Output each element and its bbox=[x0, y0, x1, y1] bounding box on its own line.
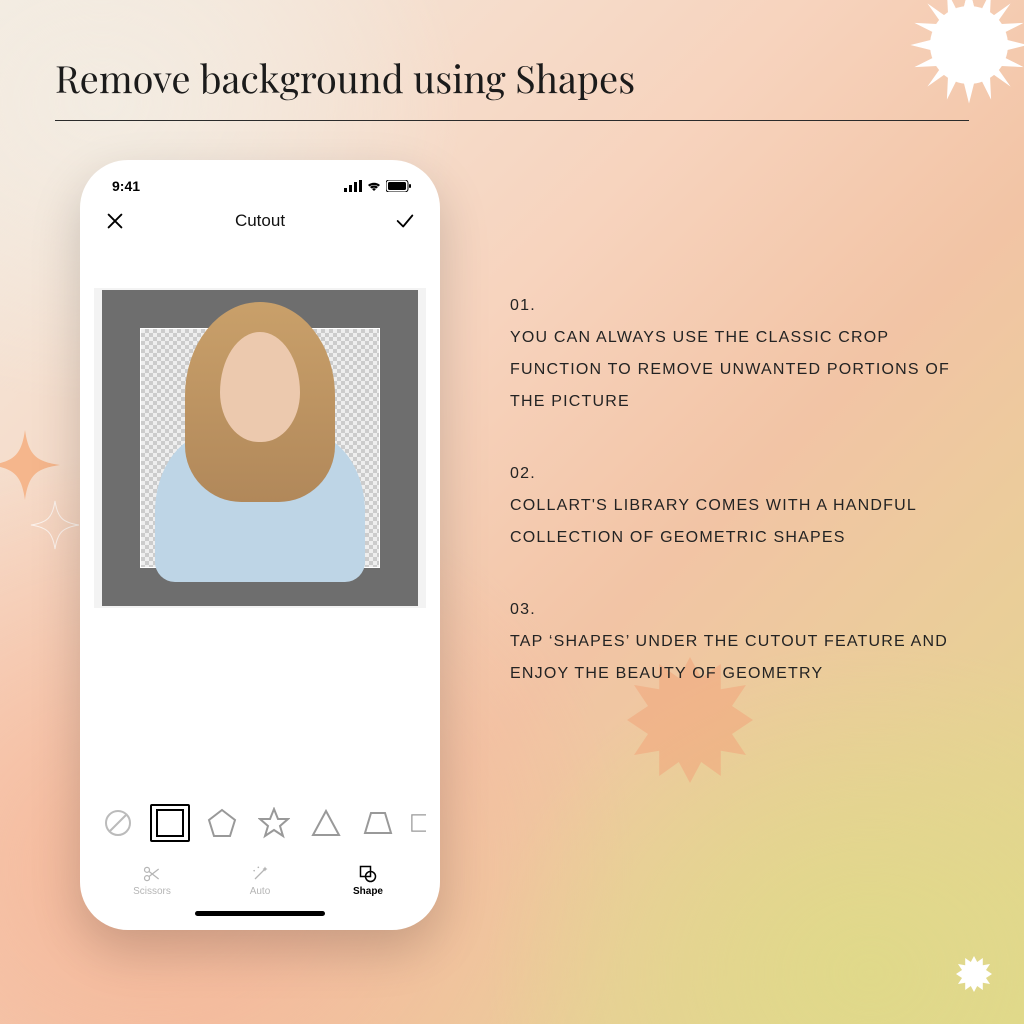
step-1-text: You can always use the classic crop func… bbox=[510, 322, 950, 418]
shape-icon bbox=[358, 864, 378, 884]
decorative-sparkle-outline bbox=[30, 500, 80, 550]
phone-mockup: 9:41 Cutout bbox=[80, 160, 440, 930]
decorative-sparkle bbox=[0, 430, 60, 500]
step-2-number: 02. bbox=[510, 458, 950, 490]
status-bar: 9:41 bbox=[94, 174, 426, 200]
home-indicator bbox=[195, 911, 325, 916]
decorative-burst-small bbox=[954, 954, 994, 994]
editor-canvas[interactable] bbox=[94, 288, 426, 608]
step-1-number: 01. bbox=[510, 290, 950, 322]
step-3-text: Tap ‘Shapes’ under the cutout feature an… bbox=[510, 626, 950, 690]
checkmark-icon[interactable] bbox=[394, 210, 416, 232]
status-indicators bbox=[344, 180, 412, 192]
canvas-image bbox=[160, 302, 360, 582]
bottom-tabs: Scissors Auto Shape bbox=[94, 849, 426, 907]
battery-icon bbox=[386, 180, 412, 192]
nav-title: Cutout bbox=[235, 211, 285, 231]
page-title: Remove background using Shapes bbox=[55, 52, 635, 103]
shape-pentagon[interactable] bbox=[202, 803, 242, 843]
tab-shape-label: Shape bbox=[353, 886, 383, 897]
decorative-sunburst bbox=[904, 0, 1024, 110]
step-2: 02. Collart's library comes with a handf… bbox=[510, 458, 950, 554]
shape-rectangle[interactable] bbox=[410, 803, 426, 843]
magic-wand-icon bbox=[250, 864, 270, 884]
status-time: 9:41 bbox=[112, 178, 140, 194]
tab-scissors-label: Scissors bbox=[133, 886, 171, 897]
shape-star[interactable] bbox=[254, 803, 294, 843]
shape-picker bbox=[94, 797, 426, 849]
tab-auto[interactable]: Auto bbox=[215, 864, 305, 897]
nav-bar: Cutout bbox=[94, 200, 426, 248]
tab-scissors[interactable]: Scissors bbox=[107, 864, 197, 897]
shape-trapezoid[interactable] bbox=[358, 803, 398, 843]
title-divider bbox=[55, 120, 969, 121]
scissors-icon bbox=[142, 864, 162, 884]
shape-square[interactable] bbox=[150, 804, 190, 842]
shape-triangle[interactable] bbox=[306, 803, 346, 843]
instructions: 01. You can always use the classic crop … bbox=[510, 290, 950, 730]
wifi-icon bbox=[366, 180, 382, 192]
step-3-number: 03. bbox=[510, 594, 950, 626]
tab-shape[interactable]: Shape bbox=[323, 864, 413, 897]
step-3: 03. Tap ‘Shapes’ under the cutout featur… bbox=[510, 594, 950, 690]
step-2-text: Collart's library comes with a handful c… bbox=[510, 490, 950, 554]
tab-auto-label: Auto bbox=[250, 886, 271, 897]
cellular-icon bbox=[344, 180, 362, 192]
close-icon[interactable] bbox=[104, 210, 126, 232]
shape-none[interactable] bbox=[98, 803, 138, 843]
step-1: 01. You can always use the classic crop … bbox=[510, 290, 950, 418]
canvas-frame bbox=[102, 290, 418, 606]
